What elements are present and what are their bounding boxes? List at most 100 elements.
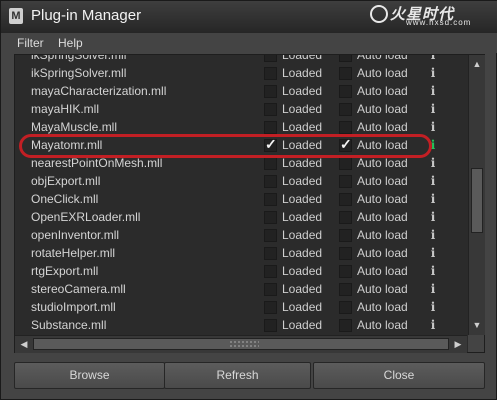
plugin-info-icon[interactable]: i: [428, 102, 438, 117]
loaded-checkbox[interactable]: [264, 103, 277, 116]
plugin-info-icon[interactable]: i: [428, 282, 438, 297]
auto-load-checkbox[interactable]: [339, 247, 352, 260]
auto-load-checkbox[interactable]: [339, 121, 352, 134]
loaded-label: Loaded: [282, 246, 323, 260]
loaded-checkbox[interactable]: [264, 247, 277, 260]
plugin-info-icon[interactable]: i: [428, 300, 438, 315]
browse-button[interactable]: Browse: [14, 362, 165, 389]
scroll-up-arrow-icon[interactable]: ▲: [471, 58, 483, 70]
plugin-row[interactable]: stereoCamera.mll Loaded Auto load i: [15, 281, 467, 299]
auto-load-label: Auto load: [357, 282, 408, 296]
loaded-checkbox[interactable]: [264, 157, 277, 170]
auto-load-checkbox[interactable]: [339, 283, 352, 296]
plugin-row[interactable]: objExport.mll Loaded Auto load i: [15, 173, 467, 191]
checkmark-icon: ✓: [265, 136, 277, 152]
plugin-name: MayaMuscle.mll: [31, 120, 118, 134]
scroll-down-arrow-icon[interactable]: ▼: [471, 319, 483, 331]
auto-load-checkbox[interactable]: [339, 211, 352, 224]
loaded-checkbox[interactable]: ✓: [264, 136, 277, 152]
auto-load-label: Auto load: [357, 84, 408, 98]
auto-load-label: Auto load: [357, 318, 408, 332]
auto-load-checkbox[interactable]: ✓: [339, 136, 352, 152]
plugin-info-icon[interactable]: i: [428, 174, 438, 189]
plugin-manager-window: M Plug-in Manager 火星时代 www.hxsd.com Filt…: [0, 0, 497, 400]
plugin-row[interactable]: OpenEXRLoader.mll Loaded Auto load i: [15, 209, 467, 227]
loaded-label: Loaded: [282, 300, 323, 314]
loaded-checkbox[interactable]: [264, 265, 277, 278]
plugin-info-icon[interactable]: i: [428, 192, 438, 207]
loaded-checkbox[interactable]: [264, 283, 277, 296]
auto-load-checkbox[interactable]: [339, 301, 352, 314]
plugin-info-icon[interactable]: i: [428, 84, 438, 99]
plugin-row[interactable]: nearestPointOnMesh.mll Loaded Auto load i: [15, 155, 467, 173]
loaded-label: Loaded: [282, 138, 323, 152]
auto-load-checkbox[interactable]: [339, 67, 352, 80]
plugin-info-icon[interactable]: i: [428, 138, 438, 153]
plugin-row[interactable]: OneClick.mll Loaded Auto load i: [15, 191, 467, 209]
title-bar[interactable]: M Plug-in Manager 火星时代 www.hxsd.com: [1, 1, 497, 33]
close-button[interactable]: Close: [313, 362, 485, 389]
menu-filter[interactable]: Filter: [17, 36, 44, 50]
loaded-checkbox[interactable]: [264, 193, 277, 206]
checkmark-icon: ✓: [340, 136, 352, 152]
plugin-row[interactable]: ikSpringSolver.mll Loaded Auto load i: [15, 55, 467, 65]
scroll-right-arrow-icon[interactable]: ▶: [452, 338, 464, 350]
auto-load-label: Auto load: [357, 228, 408, 242]
loaded-checkbox[interactable]: [264, 211, 277, 224]
plugin-info-icon[interactable]: i: [428, 264, 438, 279]
plugin-info-icon[interactable]: i: [428, 318, 438, 333]
plugin-name: objExport.mll: [31, 174, 101, 188]
loaded-label: Loaded: [282, 156, 323, 170]
plugin-info-icon[interactable]: i: [428, 210, 438, 225]
plugin-info-icon[interactable]: i: [428, 66, 438, 81]
watermark-url: www.hxsd.com: [406, 18, 472, 27]
horizontal-scrollbar[interactable]: ◀ ▶: [15, 335, 467, 353]
plugin-name: studioImport.mll: [31, 300, 116, 314]
auto-load-checkbox[interactable]: [339, 103, 352, 116]
plugin-row[interactable]: MayaMuscle.mll Loaded Auto load i: [15, 119, 467, 137]
auto-load-checkbox[interactable]: [339, 85, 352, 98]
loaded-checkbox[interactable]: [264, 85, 277, 98]
plugin-row[interactable]: Mayatomr.mll ✓ Loaded ✓ Auto load i: [15, 136, 467, 155]
vertical-scroll-thumb[interactable]: [471, 168, 483, 233]
plugin-row[interactable]: openInventor.mll Loaded Auto load i: [15, 227, 467, 245]
vertical-scrollbar[interactable]: ▲ ▼: [468, 55, 485, 335]
auto-load-checkbox[interactable]: [339, 265, 352, 278]
loaded-checkbox[interactable]: [264, 175, 277, 188]
plugin-info-icon[interactable]: i: [428, 120, 438, 135]
plugin-info-icon[interactable]: i: [428, 246, 438, 261]
horizontal-scroll-thumb[interactable]: [33, 338, 449, 350]
plugin-row[interactable]: mayaCharacterization.mll Loaded Auto load i: [15, 83, 467, 101]
plugin-name: OneClick.mll: [31, 192, 99, 206]
loaded-checkbox[interactable]: [264, 55, 277, 62]
auto-load-checkbox[interactable]: [339, 175, 352, 188]
auto-load-checkbox[interactable]: [339, 193, 352, 206]
plugin-row[interactable]: studioImport.mll Loaded Auto load i: [15, 299, 467, 317]
auto-load-checkbox[interactable]: [339, 55, 352, 62]
refresh-button[interactable]: Refresh: [164, 362, 311, 389]
loaded-checkbox[interactable]: [264, 301, 277, 314]
plugin-name: mayaCharacterization.mll: [31, 84, 167, 98]
auto-load-checkbox[interactable]: [339, 229, 352, 242]
menu-help[interactable]: Help: [58, 36, 83, 50]
plugin-info-icon[interactable]: i: [428, 156, 438, 171]
plugin-row[interactable]: rtgExport.mll Loaded Auto load i: [15, 263, 467, 281]
plugin-info-icon[interactable]: i: [428, 228, 438, 243]
loaded-checkbox[interactable]: [264, 67, 277, 80]
maya-app-icon: M: [9, 8, 23, 24]
loaded-checkbox[interactable]: [264, 319, 277, 332]
plugin-row[interactable]: ikSpringSolver.mll Loaded Auto load i: [15, 65, 467, 83]
plugin-name: Mayatomr.mll: [31, 138, 103, 152]
scroll-left-arrow-icon[interactable]: ◀: [18, 338, 30, 350]
plugin-row[interactable]: rotateHelper.mll Loaded Auto load i: [15, 245, 467, 263]
plugin-row[interactable]: mayaHIK.mll Loaded Auto load i: [15, 101, 467, 119]
auto-load-checkbox[interactable]: [339, 157, 352, 170]
auto-load-checkbox[interactable]: [339, 319, 352, 332]
loaded-checkbox[interactable]: [264, 121, 277, 134]
plugin-name: nearestPointOnMesh.mll: [31, 156, 163, 170]
plugin-name: Substance.mll: [31, 318, 107, 332]
loaded-checkbox[interactable]: [264, 229, 277, 242]
plugin-info-icon[interactable]: i: [428, 55, 438, 63]
loaded-label: Loaded: [282, 120, 323, 134]
plugin-row[interactable]: Substance.mll Loaded Auto load i: [15, 317, 467, 335]
